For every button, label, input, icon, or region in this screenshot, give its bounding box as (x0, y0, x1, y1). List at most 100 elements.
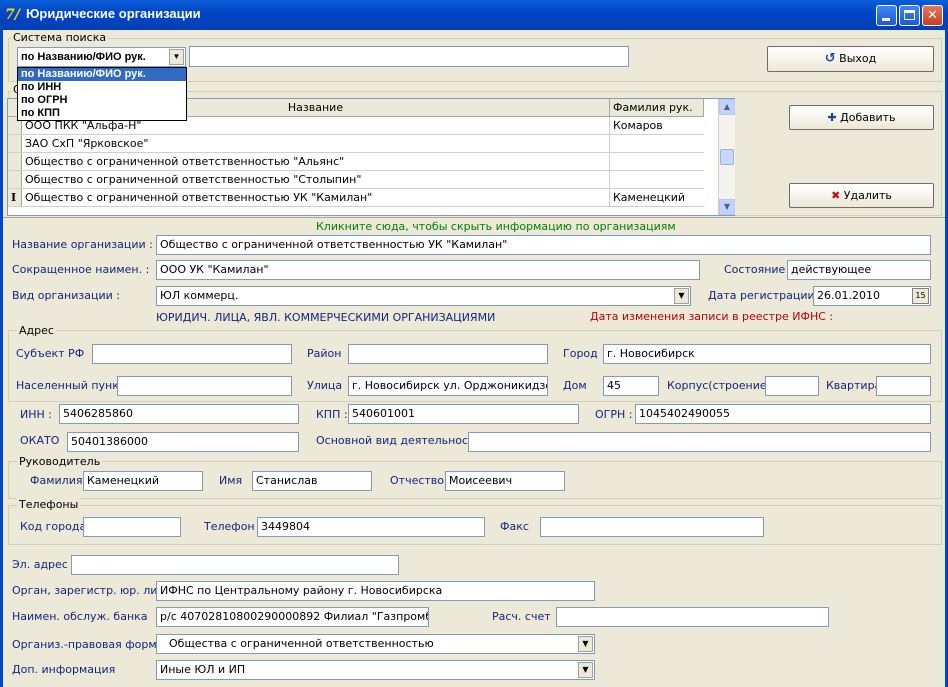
column-header-head[interactable]: Фамилия рук. (610, 99, 704, 117)
fax-field[interactable] (540, 517, 764, 537)
region-field[interactable] (92, 344, 292, 364)
kpp-field[interactable]: 540601001 (348, 404, 579, 424)
calendar-icon[interactable]: 15 (912, 288, 929, 304)
flat-label: Квартира (826, 379, 882, 392)
add-button[interactable]: ✚ Добавить (789, 105, 934, 130)
search-mode-select[interactable]: по Названию/ФИО рук. ▼ (17, 47, 186, 67)
row-head: Комаров (613, 119, 663, 132)
search-input[interactable] (189, 46, 629, 67)
minimize-button[interactable] (876, 5, 897, 26)
toggle-info-link[interactable]: Кликните сюда, чтобы скрыть информацию п… (316, 220, 676, 233)
first-name-field[interactable]: Станислав (252, 471, 372, 491)
flat-field[interactable] (876, 376, 931, 396)
window-title: Юридические организации (26, 6, 201, 21)
address-group-label: Адрес (17, 324, 56, 337)
table-row[interactable]: Общество с ограниченной ответственностью… (8, 171, 704, 189)
state-label: Состояние (724, 263, 786, 276)
district-label: Район (307, 347, 342, 360)
scroll-thumb[interactable] (720, 149, 734, 165)
inn-field[interactable]: 5406285860 (59, 404, 299, 424)
row-head: Каменецкий (613, 191, 686, 204)
search-mode-option[interactable]: по Названию/ФИО рук. (18, 68, 186, 81)
org-short-field[interactable]: ООО УК "Камилан" (156, 260, 700, 280)
org-short-label: Сокращенное наимен. : (12, 263, 150, 276)
reg-org-label: Орган, зарегистр. юр. лицо (12, 584, 172, 597)
chevron-down-icon[interactable]: ▼ (578, 636, 593, 652)
account-field[interactable] (556, 607, 829, 627)
reg-date-field[interactable]: 26.01.2010 15 (813, 286, 931, 306)
chevron-down-icon[interactable]: ▼ (578, 662, 593, 678)
legal-form-value: Общества с ограниченной ответственностью (169, 637, 434, 650)
ogrn-field[interactable]: 1045402490055 (635, 404, 931, 424)
reg-org-field[interactable]: ИФНС по Центральному району г. Новосибир… (156, 581, 595, 601)
registry-change-label: Дата изменения записи в реестре ИФНС : (590, 310, 834, 323)
org-kind-value: ЮЛ коммерц. (160, 289, 239, 302)
ogrn-label: ОГРН : (595, 408, 633, 421)
phone-field[interactable]: 3449804 (257, 517, 485, 537)
last-name-field[interactable]: Каменецкий (83, 471, 203, 491)
city-label: Город (563, 347, 598, 360)
search-mode-option[interactable]: по ИНН (18, 81, 186, 94)
row-indicator (8, 171, 22, 188)
divider (3, 217, 945, 218)
extra-info-label: Доп. информация (12, 663, 116, 676)
okato-label: ОКАТО (20, 434, 60, 447)
plus-icon: ✚ (827, 111, 837, 124)
account-label: Расч. счет (492, 610, 551, 623)
bank-field[interactable]: р/с 40702810800290000892 Филиал "Газпром… (156, 607, 429, 627)
row-name: Общество с ограниченной ответственностью… (22, 153, 610, 170)
locality-field[interactable] (117, 376, 292, 396)
row-indicator (8, 135, 22, 152)
search-mode-option[interactable]: по ОГРН (18, 94, 186, 107)
search-mode-dropdown[interactable]: по Названию/ФИО рук. по ИНН по ОГРН по К… (17, 67, 187, 121)
delete-button[interactable]: ✖ Удалить (789, 183, 934, 208)
activity-label: Основной вид деятельности (316, 434, 482, 447)
scroll-up-icon[interactable]: ▲ (719, 99, 735, 115)
inn-label: ИНН : (20, 408, 52, 421)
city-code-label: Код города (20, 520, 87, 533)
org-kind-description: ЮРИДИЧ. ЛИЦА, ЯВЛ. КОММЕРЧЕСКИМИ ОРГАНИЗ… (156, 311, 496, 324)
org-name-field[interactable]: Общество с ограниченной ответственностью… (156, 235, 931, 255)
table-row[interactable]: ЗАО СхП "Ярковское" (8, 135, 704, 153)
street-label: Улица (307, 379, 343, 392)
maximize-button[interactable] (899, 5, 920, 26)
phones-group-label: Телефоны (17, 498, 81, 511)
row-name: Общество с ограниченной ответственностью… (22, 171, 610, 188)
first-name-label: Имя (219, 474, 243, 487)
org-kind-label: Вид организации : (12, 289, 120, 302)
delete-icon: ✖ (831, 189, 841, 202)
middle-name-field[interactable]: Моисеевич (445, 471, 565, 491)
legal-form-select[interactable]: Общества с ограниченной ответственностью… (156, 634, 595, 654)
row-name: ЗАО СхП "Ярковское" (22, 135, 610, 152)
row-head (610, 135, 704, 152)
table-scrollbar[interactable]: ▲ ▼ (718, 99, 735, 215)
email-field[interactable] (71, 555, 399, 575)
building-field[interactable] (765, 376, 819, 396)
city-code-field[interactable] (83, 517, 181, 537)
activity-field[interactable] (468, 432, 931, 452)
street-field[interactable]: г. Новосибирск ул. Орджоникидзе 45 (348, 376, 548, 396)
legal-form-label: Организ.-правовая форма (12, 638, 164, 651)
district-field[interactable] (348, 344, 548, 364)
kpp-label: КПП : (316, 408, 348, 421)
search-mode-value: по Названию/ФИО рук. (21, 51, 146, 63)
house-field[interactable]: 45 (603, 376, 659, 396)
state-field[interactable]: действующее (787, 260, 931, 280)
chevron-down-icon[interactable]: ▼ (169, 49, 184, 65)
scroll-down-icon[interactable]: ▼ (719, 199, 735, 215)
org-kind-select[interactable]: ЮЛ коммерц. ▼ (156, 286, 691, 306)
table-row-selected[interactable]: I Общество с ограниченной ответственност… (8, 189, 704, 207)
okato-field[interactable]: 50401386000 (67, 432, 299, 452)
title-bar[interactable]: 7/ Юридические организации ✕ (0, 0, 948, 30)
last-name-label: Фамилия (30, 474, 83, 487)
row-name: Общество с ограниченной ответственностью… (22, 189, 610, 206)
chevron-down-icon[interactable]: ▼ (674, 288, 689, 304)
table-row[interactable]: Общество с ограниченной ответственностью… (8, 153, 704, 171)
exit-button[interactable]: ↺ Выход (767, 46, 934, 72)
close-button[interactable]: ✕ (922, 5, 943, 26)
reg-date-label: Дата регистрации : (708, 289, 822, 302)
city-field[interactable]: г. Новосибирск (603, 344, 931, 364)
extra-info-select[interactable]: Иные ЮЛ и ИП ▼ (156, 660, 595, 680)
exit-button-label: Выход (839, 52, 877, 65)
search-mode-option[interactable]: по КПП (18, 107, 186, 120)
